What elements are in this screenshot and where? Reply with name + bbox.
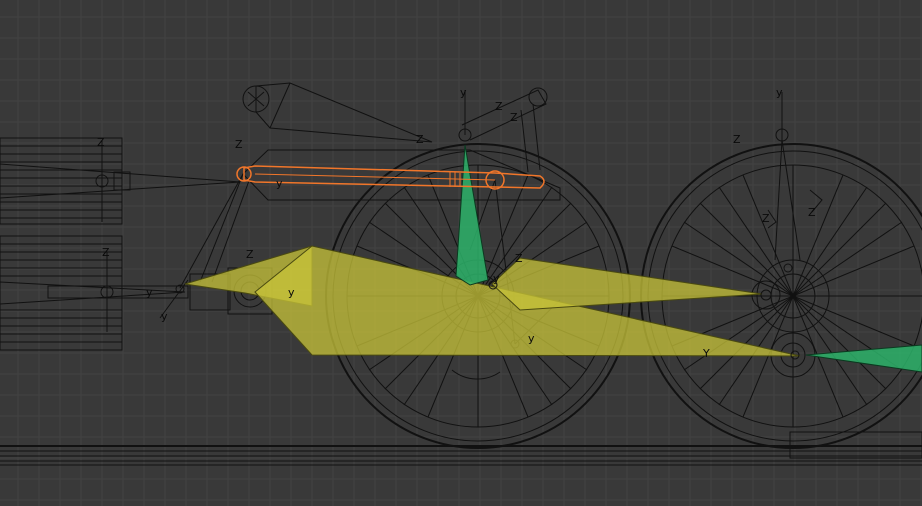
- axis-label-y-5: y: [288, 286, 295, 299]
- lower-cylinder-block[interactable]: [0, 235, 273, 351]
- axis-label-z-3: Z: [235, 138, 243, 151]
- axis-label-z-2: Z: [102, 246, 110, 259]
- viewport-canvas[interactable]: Z Z Z Z Z Z Z Z Z Z Z y y y y y y Y y y: [0, 0, 922, 506]
- axis-label-y-4: y: [146, 286, 153, 299]
- yellow-bones[interactable]: [184, 245, 801, 357]
- axis-label-z-5: Z: [416, 133, 424, 146]
- axis-label-z-8: Z: [515, 252, 523, 265]
- axis-label-z-1: Z: [97, 136, 105, 149]
- axis-label-z-10: Z: [762, 212, 770, 225]
- green-bone-rear[interactable]: [805, 344, 922, 373]
- axis-label-y-7: Y: [702, 347, 710, 360]
- axis-label-z-6: Z: [495, 100, 503, 113]
- axis-label-z-9: Z: [733, 133, 741, 146]
- axis-label-z-4: Z: [246, 248, 254, 261]
- 3d-viewport[interactable]: Z Z Z Z Z Z Z Z Z Z Z y y y y y y Y y y: [0, 0, 922, 506]
- upper-cylinder-block[interactable]: [0, 137, 241, 225]
- axis-label-y-6: y: [161, 310, 168, 323]
- selected-bone-radius-rod[interactable]: [236, 165, 545, 190]
- axis-label-y-2: y: [776, 86, 783, 99]
- axis-label-y-1: y: [460, 86, 467, 99]
- axis-label-y-3: y: [276, 177, 283, 190]
- axis-label-z-11: Z: [808, 206, 816, 219]
- axis-label-y-8: y: [528, 332, 535, 345]
- axis-label-z-7: Z: [510, 111, 518, 124]
